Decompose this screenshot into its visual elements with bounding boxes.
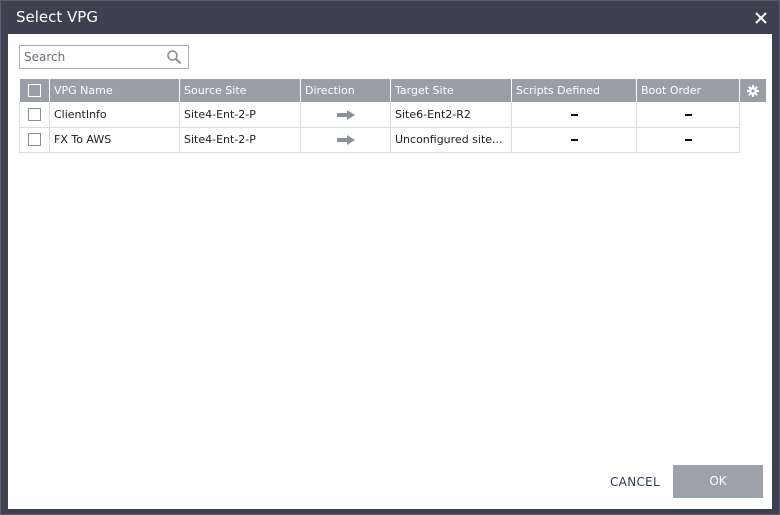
boot-order-cell <box>636 102 740 128</box>
dialog-content: VPG Name Source Site Direction Target Si… <box>8 34 772 509</box>
select-vpg-dialog: Select VPG VPG Name Source Site Directio <box>0 0 780 515</box>
column-header-target-site[interactable]: Target Site <box>390 79 512 102</box>
search-input[interactable] <box>24 48 162 66</box>
vpg-name-cell: ClientInfo <box>49 102 180 128</box>
ok-button[interactable]: OK <box>673 465 763 498</box>
empty-value-dash <box>684 113 692 116</box>
dialog-title: Select VPG <box>16 8 98 26</box>
close-icon[interactable] <box>753 10 769 26</box>
row-checkbox-cell <box>19 102 50 128</box>
select-all-checkbox[interactable] <box>27 84 41 98</box>
column-header-source-site[interactable]: Source Site <box>179 79 301 102</box>
column-header-vpg-name[interactable]: VPG Name <box>49 79 180 102</box>
right-arrow-icon <box>336 109 355 120</box>
table-header-row: VPG Name Source Site Direction Target Si… <box>19 79 766 102</box>
vpg-table: VPG Name Source Site Direction Target Si… <box>19 79 766 153</box>
source-site-cell: Site4-Ent-2-P <box>179 127 301 153</box>
column-header-direction[interactable]: Direction <box>300 79 391 102</box>
scripts-defined-cell <box>511 102 637 128</box>
search-icon[interactable] <box>166 49 182 65</box>
dialog-titlebar: Select VPG <box>1 1 779 34</box>
row-checkbox[interactable] <box>28 133 41 147</box>
boot-order-cell <box>636 127 740 153</box>
select-all-header <box>19 79 50 102</box>
gear-icon[interactable] <box>746 85 759 97</box>
column-header-scripts-defined[interactable]: Scripts Defined <box>511 79 637 102</box>
target-site-cell: Site6-Ent2-R2 <box>390 102 512 128</box>
direction-cell <box>300 127 391 153</box>
table-row[interactable]: FX To AWS Site4-Ent-2-P Unconfigured sit… <box>19 127 766 153</box>
direction-cell <box>300 102 391 128</box>
scripts-defined-cell <box>511 127 637 153</box>
source-site-cell: Site4-Ent-2-P <box>179 102 301 128</box>
cancel-button[interactable]: CANCEL <box>610 475 660 489</box>
vpg-name-cell: FX To AWS <box>49 127 180 153</box>
table-row[interactable]: ClientInfo Site4-Ent-2-P Site6-Ent2-R2 <box>19 102 766 128</box>
row-checkbox-cell <box>19 127 50 153</box>
empty-value-dash <box>684 139 692 141</box>
column-settings-header <box>739 79 766 102</box>
column-header-boot-order[interactable]: Boot Order <box>636 79 740 102</box>
target-site-cell: Unconfigured site... <box>390 127 512 153</box>
empty-value-dash <box>570 113 578 116</box>
row-checkbox[interactable] <box>28 108 41 121</box>
search-box <box>19 45 189 69</box>
empty-value-dash <box>570 139 578 141</box>
right-arrow-icon <box>336 135 355 145</box>
